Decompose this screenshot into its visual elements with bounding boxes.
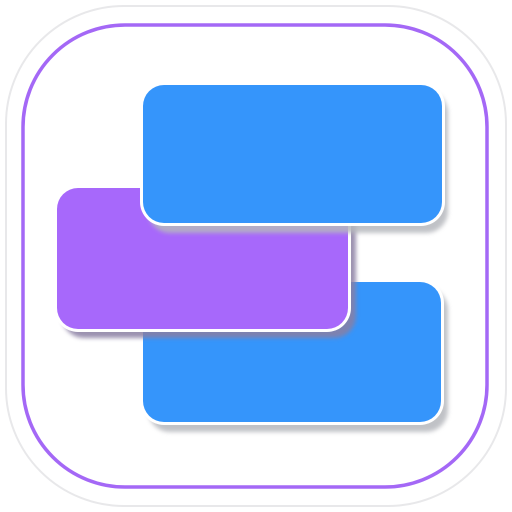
top-blue-block (140, 82, 448, 233)
app-icon-graphic (5, 5, 507, 507)
app-icon (0, 0, 512, 512)
